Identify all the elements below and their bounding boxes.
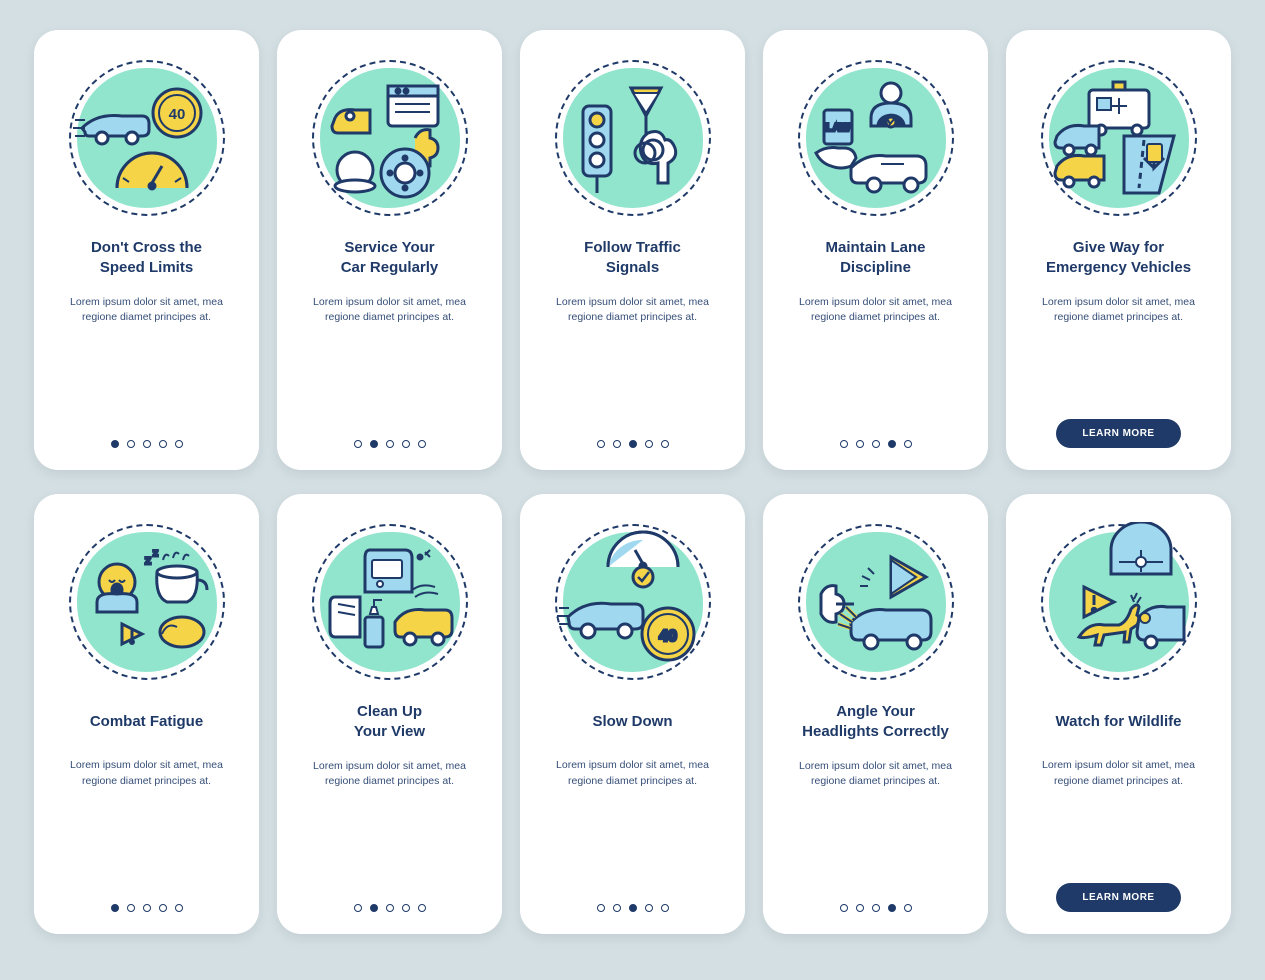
pagination-dot[interactable] — [629, 440, 637, 448]
pagination-dot[interactable] — [613, 440, 621, 448]
card-description: Lorem ipsum dolor sit amet, mea regione … — [52, 758, 241, 892]
card-description: Lorem ipsum dolor sit amet, mea regione … — [781, 759, 970, 893]
pagination-dot[interactable] — [402, 440, 410, 448]
card-title: Follow Traffic Signals — [584, 238, 681, 279]
onboarding-card-headlights: Angle Your Headlights Correctly Lorem ips… — [763, 494, 988, 934]
fatigue-icon: z z — [67, 522, 227, 682]
pagination-dot[interactable] — [418, 440, 426, 448]
pagination-dots — [597, 892, 669, 912]
pagination-dot[interactable] — [111, 440, 119, 448]
pagination-dots — [597, 428, 669, 448]
pagination-dot[interactable] — [613, 904, 621, 912]
slow-down-icon: 40 — [553, 522, 713, 682]
pagination-dot[interactable] — [354, 904, 362, 912]
pagination-dot[interactable] — [872, 440, 880, 448]
svg-text:40: 40 — [659, 628, 677, 645]
clean-view-icon — [310, 522, 470, 682]
pagination-dot[interactable] — [159, 904, 167, 912]
onboarding-card-lane-discipline: LAW Maintain Lane Discipline Lorem ipsum … — [763, 30, 988, 470]
learn-more-button[interactable]: LEARN MORE — [1056, 883, 1180, 912]
onboarding-card-clean-view: Clean Up Your View Lorem ipsum dolor sit … — [277, 494, 502, 934]
pagination-dots — [840, 428, 912, 448]
pagination-dot[interactable] — [904, 440, 912, 448]
pagination-dots — [354, 892, 426, 912]
service-car-icon — [310, 58, 470, 218]
pagination-dot[interactable] — [418, 904, 426, 912]
svg-text:40: 40 — [168, 106, 185, 123]
pagination-dot[interactable] — [175, 440, 183, 448]
card-title: Angle Your Headlights Correctly — [802, 702, 949, 743]
pagination-dot[interactable] — [904, 904, 912, 912]
pagination-dot[interactable] — [370, 904, 378, 912]
pagination-dot[interactable] — [645, 440, 653, 448]
pagination-dot[interactable] — [629, 904, 637, 912]
pagination-dot[interactable] — [127, 904, 135, 912]
pagination-dot[interactable] — [354, 440, 362, 448]
svg-text:z: z — [153, 548, 158, 559]
card-description: Lorem ipsum dolor sit amet, mea regione … — [1024, 758, 1213, 883]
onboarding-card-speed-limits: 40 Don't Cross the Speed Limits Lorem ips… — [34, 30, 259, 470]
onboarding-card-slow-down: 40 Slow Down Lorem ipsum dolor sit amet, … — [520, 494, 745, 934]
pagination-dot[interactable] — [127, 440, 135, 448]
pagination-dot[interactable] — [872, 904, 880, 912]
card-description: Lorem ipsum dolor sit amet, mea regione … — [295, 295, 484, 429]
learn-more-button[interactable]: LEARN MORE — [1056, 419, 1180, 448]
emergency-icon — [1039, 58, 1199, 218]
card-description: Lorem ipsum dolor sit amet, mea regione … — [295, 759, 484, 893]
pagination-dot[interactable] — [840, 440, 848, 448]
pagination-dots — [111, 892, 183, 912]
pagination-dot[interactable] — [840, 904, 848, 912]
card-title: Give Way for Emergency Vehicles — [1046, 238, 1191, 279]
pagination-dots — [840, 892, 912, 912]
card-title: Maintain Lane Discipline — [825, 238, 925, 279]
onboarding-card-emergency-vehicles: Give Way for Emergency Vehicles Lorem ips… — [1006, 30, 1231, 470]
pagination-dot[interactable] — [402, 904, 410, 912]
pagination-dot[interactable] — [386, 440, 394, 448]
pagination-dot[interactable] — [856, 904, 864, 912]
cards-grid: 40 Don't Cross the Speed Limits Lorem ips… — [34, 30, 1231, 934]
card-description: Lorem ipsum dolor sit amet, mea regione … — [1024, 295, 1213, 420]
speed-limit-icon: 40 — [67, 58, 227, 218]
card-description: Lorem ipsum dolor sit amet, mea regione … — [781, 295, 970, 429]
pagination-dot[interactable] — [597, 440, 605, 448]
pagination-dot[interactable] — [597, 904, 605, 912]
pagination-dot[interactable] — [386, 904, 394, 912]
card-title: Slow Down — [593, 702, 673, 742]
pagination-dot[interactable] — [143, 440, 151, 448]
pagination-dots — [354, 428, 426, 448]
onboarding-card-traffic-signals: Follow Traffic Signals Lorem ipsum dolor … — [520, 30, 745, 470]
pagination-dot[interactable] — [645, 904, 653, 912]
traffic-signal-icon — [553, 58, 713, 218]
lane-discipline-icon: LAW — [796, 58, 956, 218]
pagination-dot[interactable] — [856, 440, 864, 448]
svg-text:z: z — [145, 553, 151, 567]
card-title: Watch for Wildlife — [1056, 702, 1182, 742]
pagination-dot[interactable] — [175, 904, 183, 912]
pagination-dot[interactable] — [111, 904, 119, 912]
card-description: Lorem ipsum dolor sit amet, mea regione … — [538, 758, 727, 892]
card-title: Clean Up Your View — [354, 702, 425, 743]
onboarding-card-service-car: Service Your Car Regularly Lorem ipsum do… — [277, 30, 502, 470]
pagination-dot[interactable] — [143, 904, 151, 912]
pagination-dots — [111, 428, 183, 448]
card-description: Lorem ipsum dolor sit amet, mea regione … — [538, 295, 727, 429]
svg-text:LAW: LAW — [825, 122, 850, 134]
card-title: Don't Cross the Speed Limits — [91, 238, 202, 279]
pagination-dot[interactable] — [661, 440, 669, 448]
onboarding-card-combat-fatigue: z z Combat Fatigue Lorem ipsum dolor sit … — [34, 494, 259, 934]
pagination-dot[interactable] — [888, 904, 896, 912]
pagination-dot[interactable] — [370, 440, 378, 448]
wildlife-icon — [1039, 522, 1199, 682]
card-title: Service Your Car Regularly — [341, 238, 439, 279]
card-title: Combat Fatigue — [90, 702, 203, 742]
card-description: Lorem ipsum dolor sit amet, mea regione … — [52, 295, 241, 429]
pagination-dot[interactable] — [661, 904, 669, 912]
headlights-icon — [796, 522, 956, 682]
onboarding-card-wildlife: Watch for Wildlife Lorem ipsum dolor sit … — [1006, 494, 1231, 934]
pagination-dot[interactable] — [888, 440, 896, 448]
pagination-dot[interactable] — [159, 440, 167, 448]
